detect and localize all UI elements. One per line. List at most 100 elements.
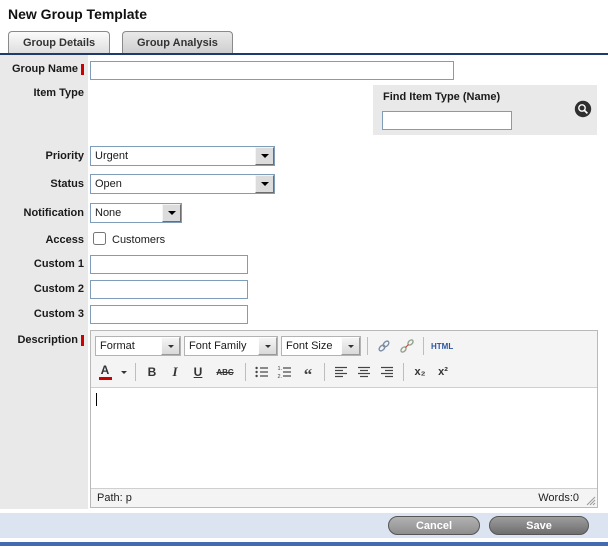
format-value: Format — [96, 337, 161, 355]
bullet-list-icon — [254, 364, 270, 380]
svg-text:2.: 2. — [278, 374, 283, 380]
custom3-label: Custom 3 — [0, 308, 84, 320]
priority-select[interactable]: Urgent — [90, 146, 275, 166]
font-color-swatch — [99, 377, 112, 380]
description-label-text: Description — [17, 334, 78, 346]
subscript-label: x₂ — [414, 366, 425, 378]
item-type-label: Item Type — [0, 87, 84, 99]
customers-checkbox-label: Customers — [112, 234, 165, 246]
font-color-letter: A — [101, 364, 110, 376]
tab-group-analysis-label: Group Analysis — [137, 37, 218, 49]
ordered-list-button[interactable]: 1. 2. — [275, 362, 295, 382]
superscript-button[interactable]: x² — [433, 362, 453, 382]
notification-label: Notification — [0, 207, 84, 219]
tab-group-details[interactable]: Group Details — [8, 31, 110, 53]
toolbar-separator — [403, 363, 404, 381]
underline-button[interactable]: U — [188, 362, 208, 382]
save-button[interactable]: Save — [489, 516, 589, 535]
numbered-list-icon: 1. 2. — [277, 364, 293, 380]
custom3-label-text: Custom 3 — [34, 308, 84, 320]
custom1-input[interactable] — [90, 255, 248, 274]
page-title: New Group Template — [8, 6, 147, 22]
priority-value: Urgent — [91, 147, 255, 165]
unlink-button[interactable] — [397, 336, 417, 356]
text-cursor — [96, 393, 97, 406]
resize-grip-icon[interactable] — [586, 496, 596, 506]
toolbar-separator — [135, 363, 136, 381]
status-label: Status — [0, 178, 84, 190]
customers-checkbox[interactable] — [93, 232, 106, 245]
align-right-icon — [379, 364, 395, 380]
description-editor-area[interactable] — [91, 387, 597, 489]
blockquote-button[interactable]: “ — [298, 362, 318, 382]
editor-toolbar-row1: Format Font Family Font Size — [95, 334, 454, 358]
html-source-label: HTML — [431, 342, 453, 351]
custom3-input[interactable] — [90, 305, 248, 324]
editor-path: Path: p — [97, 492, 132, 504]
chevron-down-icon[interactable] — [255, 175, 274, 193]
required-marker — [81, 335, 84, 346]
search-icon[interactable] — [574, 100, 592, 118]
toolbar-separator — [324, 363, 325, 381]
strikethrough-label: ABC — [216, 368, 233, 377]
status-value: Open — [91, 175, 255, 193]
font-size-value: Font Size — [282, 337, 341, 355]
font-family-value: Font Family — [185, 337, 258, 355]
find-item-type-title: Find Item Type (Name) — [383, 91, 500, 103]
align-right-button[interactable] — [377, 362, 397, 382]
item-type-label-text: Item Type — [33, 87, 84, 99]
status-select[interactable]: Open — [90, 174, 275, 194]
tab-group-analysis[interactable]: Group Analysis — [122, 31, 233, 53]
chevron-down-icon[interactable] — [161, 337, 180, 355]
toolbar-separator — [245, 363, 246, 381]
editor-statusbar: Path: p Words:0 — [91, 488, 597, 507]
chevron-down-icon[interactable] — [162, 204, 181, 222]
custom2-label-text: Custom 2 — [34, 283, 84, 295]
chevron-down-icon[interactable] — [258, 337, 277, 355]
align-center-button[interactable] — [354, 362, 374, 382]
priority-label: Priority — [0, 150, 84, 162]
font-color-button[interactable]: A — [95, 362, 115, 382]
description-label: Description — [0, 334, 84, 346]
toolbar-separator — [423, 337, 424, 355]
html-source-button[interactable]: HTML — [430, 336, 454, 356]
find-item-type-panel: Find Item Type (Name) — [373, 85, 597, 135]
custom2-label: Custom 2 — [0, 283, 84, 295]
link-icon — [376, 338, 392, 354]
notification-value: None — [91, 204, 162, 222]
italic-label: I — [172, 364, 177, 380]
group-name-label: Group Name — [0, 63, 84, 75]
svg-text:1.: 1. — [278, 366, 283, 372]
bold-button[interactable]: B — [142, 362, 162, 382]
toolbar-separator — [367, 337, 368, 355]
subscript-button[interactable]: x₂ — [410, 362, 430, 382]
chevron-down-icon[interactable] — [341, 337, 360, 355]
cancel-button[interactable]: Cancel — [388, 516, 480, 535]
align-left-button[interactable] — [331, 362, 351, 382]
window-bottom-border — [0, 542, 608, 546]
insert-link-button[interactable] — [374, 336, 394, 356]
group-name-label-text: Group Name — [12, 63, 78, 75]
custom2-input[interactable] — [90, 280, 248, 299]
status-label-text: Status — [50, 178, 84, 190]
find-item-type-input[interactable] — [382, 111, 512, 130]
font-color-dropdown[interactable] — [118, 362, 129, 382]
access-label: Access — [0, 234, 84, 246]
font-size-select[interactable]: Font Size — [281, 336, 361, 356]
notification-select[interactable]: None — [90, 203, 182, 223]
font-family-select[interactable]: Font Family — [184, 336, 278, 356]
notification-label-text: Notification — [24, 207, 85, 219]
priority-label-text: Priority — [45, 150, 84, 162]
chevron-down-icon[interactable] — [255, 147, 274, 165]
group-name-input[interactable] — [90, 61, 454, 80]
format-select[interactable]: Format — [95, 336, 181, 356]
unordered-list-button[interactable] — [252, 362, 272, 382]
required-marker — [81, 64, 84, 75]
new-group-template-window: New Group Template Group Details Group A… — [0, 0, 608, 547]
italic-button[interactable]: I — [165, 362, 185, 382]
editor-wordcount: Words:0 — [538, 492, 579, 504]
strikethrough-button[interactable]: ABC — [211, 362, 239, 382]
align-left-icon — [333, 364, 349, 380]
tab-group-details-label: Group Details — [23, 37, 95, 49]
blockquote-icon: “ — [304, 365, 313, 385]
